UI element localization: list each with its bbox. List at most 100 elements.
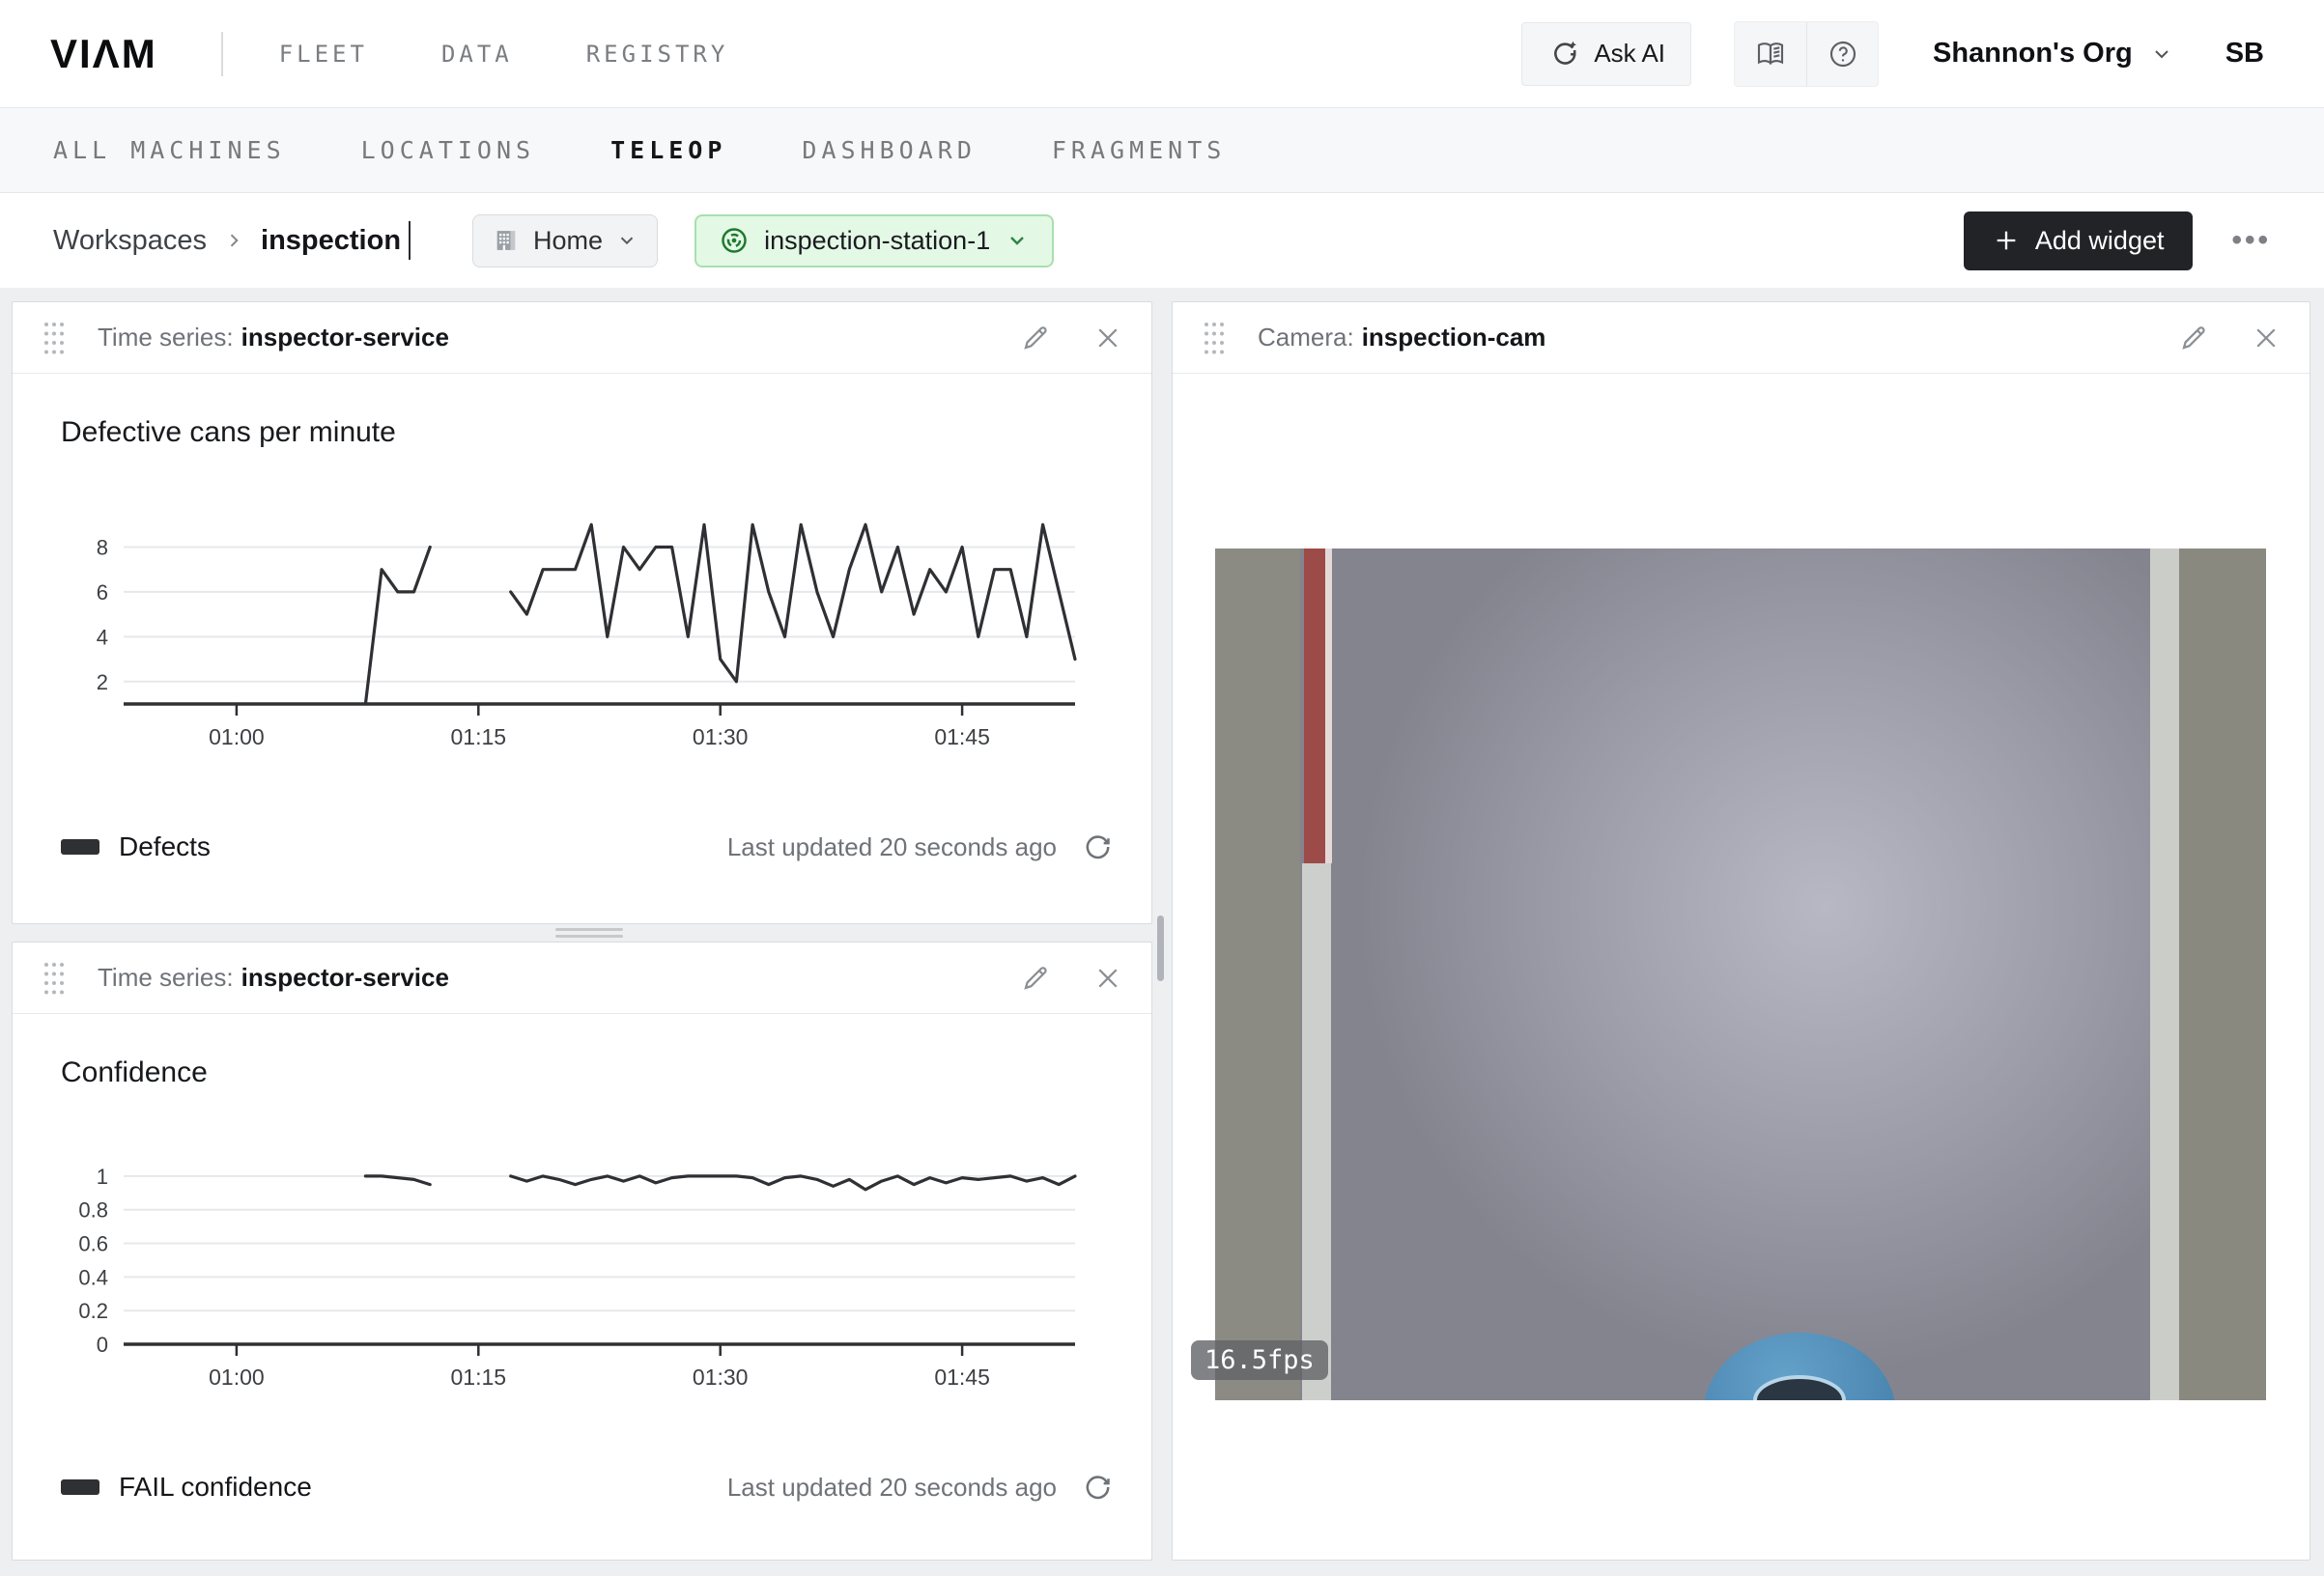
drag-handle-icon[interactable]	[42, 958, 67, 999]
camera-left-column	[1215, 549, 1300, 1400]
camera-right-column	[2179, 549, 2266, 1400]
scrollbar-thumb[interactable]	[1157, 915, 1164, 981]
widget-title: Time series:inspector-service	[98, 963, 449, 993]
edit-widget-button[interactable]	[2178, 323, 2209, 353]
org-name: Shannon's Org	[1933, 38, 2133, 70]
svg-text:01:30: 01:30	[693, 724, 749, 747]
close-widget-button[interactable]	[1093, 324, 1122, 352]
ask-ai-icon	[1547, 38, 1580, 70]
last-updated-text: Last updated 20 seconds ago	[727, 832, 1057, 862]
workspace-name-input[interactable]: inspection	[261, 225, 401, 257]
add-widget-label: Add widget	[2035, 226, 2165, 256]
legend-swatch	[61, 1479, 99, 1495]
svg-text:0.6: 0.6	[78, 1232, 108, 1256]
confidence-chart: 00.20.40.60.8101:0001:1501:3001:45	[56, 1132, 1119, 1388]
nav-item-data[interactable]: DATA	[441, 41, 513, 68]
drag-handle-icon[interactable]	[42, 318, 67, 358]
svg-text:01:45: 01:45	[934, 724, 990, 747]
camera-red-stripe	[1304, 549, 1325, 863]
breadcrumb-workspaces[interactable]: Workspaces	[53, 225, 207, 257]
svg-text:2: 2	[97, 670, 108, 694]
nav-item-registry[interactable]: REGISTRY	[586, 41, 729, 68]
ask-ai-button[interactable]: Ask AI	[1521, 22, 1691, 86]
widget-title: Camera:inspection-cam	[1258, 323, 1545, 352]
edit-widget-button[interactable]	[1020, 323, 1051, 353]
svg-text:01:15: 01:15	[451, 1365, 507, 1388]
svg-text:01:45: 01:45	[934, 1365, 990, 1388]
widget-timeseries-defects: Time series:inspector-service Defective …	[12, 301, 1152, 924]
help-icon	[1828, 39, 1858, 70]
svg-text:01:15: 01:15	[451, 724, 507, 747]
fps-badge: 16.5fps	[1191, 1340, 1328, 1380]
refresh-button[interactable]	[1082, 831, 1113, 862]
section-tabs: ALL MACHINES LOCATIONS TELEOP DASHBOARD …	[0, 108, 2324, 193]
drag-handle-icon[interactable]	[1202, 318, 1227, 358]
close-icon	[1093, 964, 1122, 993]
header-nav: FLEET DATA REGISTRY	[279, 41, 729, 68]
camera-pink-stripe	[1325, 549, 1332, 863]
tab-dashboard[interactable]: DASHBOARD	[802, 136, 976, 164]
header-right: Ask AI Shannon's Org	[1521, 21, 2274, 87]
docs-button[interactable]	[1735, 22, 1806, 86]
tab-teleop[interactable]: TELEOP	[610, 136, 726, 164]
chevron-down-icon	[2150, 42, 2173, 66]
svg-text:0: 0	[97, 1333, 108, 1357]
tab-all-machines[interactable]: ALL MACHINES	[53, 136, 286, 164]
widget-header: Camera:inspection-cam	[1173, 302, 2310, 374]
text-caret	[409, 221, 411, 260]
widget-title: Time series:inspector-service	[98, 323, 449, 352]
org-switcher[interactable]: Shannon's Org	[1933, 38, 2173, 70]
plus-icon	[1993, 227, 2020, 254]
defects-chart: 246801:0001:1501:3001:45	[56, 492, 1119, 747]
camera-light-strip	[1302, 863, 1331, 1400]
svg-text:0.8: 0.8	[78, 1198, 108, 1223]
close-widget-button[interactable]	[1093, 964, 1122, 993]
location-selector[interactable]: Home	[472, 214, 658, 267]
app-header: VIΛM FLEET DATA REGISTRY Ask AI	[0, 0, 2324, 108]
widget-header: Time series:inspector-service	[13, 302, 1151, 374]
svg-text:01:00: 01:00	[209, 1365, 265, 1388]
viam-logo: VIΛM	[50, 31, 157, 77]
close-icon	[2252, 324, 2281, 352]
location-label: Home	[533, 226, 603, 256]
svg-text:8: 8	[97, 536, 108, 560]
avatar[interactable]: SB	[2225, 38, 2264, 70]
header-divider	[221, 32, 223, 76]
svg-text:4: 4	[97, 625, 108, 649]
nav-item-fleet[interactable]: FLEET	[279, 41, 368, 68]
widget-camera: Camera:inspection-cam	[1172, 301, 2310, 1561]
close-widget-button[interactable]	[2252, 324, 2281, 352]
camera-light-strip-right	[2150, 549, 2179, 1400]
close-icon	[1093, 324, 1122, 352]
machine-name: inspection-station-1	[764, 226, 990, 256]
tab-locations[interactable]: LOCATIONS	[361, 136, 535, 164]
camera-stage: 16.5fps	[1215, 549, 2266, 1400]
more-menu-button[interactable]: •••	[2231, 224, 2271, 257]
pencil-icon	[1020, 323, 1051, 353]
building-icon	[493, 227, 520, 254]
tab-fragments[interactable]: FRAGMENTS	[1052, 136, 1226, 164]
legend-label: FAIL confidence	[119, 1472, 312, 1503]
toolbar-right: Add widget •••	[1964, 211, 2271, 270]
chevron-down-icon	[1006, 229, 1029, 252]
pencil-icon	[1020, 963, 1051, 994]
widget-resize-handle[interactable]	[555, 924, 623, 942]
help-button[interactable]	[1806, 22, 1878, 86]
refresh-icon	[1082, 1472, 1113, 1503]
workspace-toolbar: Workspaces inspection Home inspection-st…	[0, 193, 2324, 288]
refresh-button[interactable]	[1082, 1472, 1113, 1503]
svg-text:01:30: 01:30	[693, 1365, 749, 1388]
chart-legend: FAIL confidence	[61, 1472, 312, 1503]
svg-text:1: 1	[97, 1165, 108, 1189]
machine-selector[interactable]: inspection-station-1	[694, 214, 1054, 267]
add-widget-button[interactable]: Add widget	[1964, 211, 2194, 270]
edit-widget-button[interactable]	[1020, 963, 1051, 994]
chart-legend: Defects	[61, 831, 211, 862]
breadcrumb-chevron-icon	[224, 231, 243, 250]
chart-title: Defective cans per minute	[61, 416, 396, 449]
header-icon-group	[1734, 21, 1879, 87]
svg-text:0.4: 0.4	[78, 1265, 108, 1289]
machine-online-icon	[720, 226, 749, 255]
last-updated-text: Last updated 20 seconds ago	[727, 1473, 1057, 1503]
widget-header: Time series:inspector-service	[13, 943, 1151, 1014]
